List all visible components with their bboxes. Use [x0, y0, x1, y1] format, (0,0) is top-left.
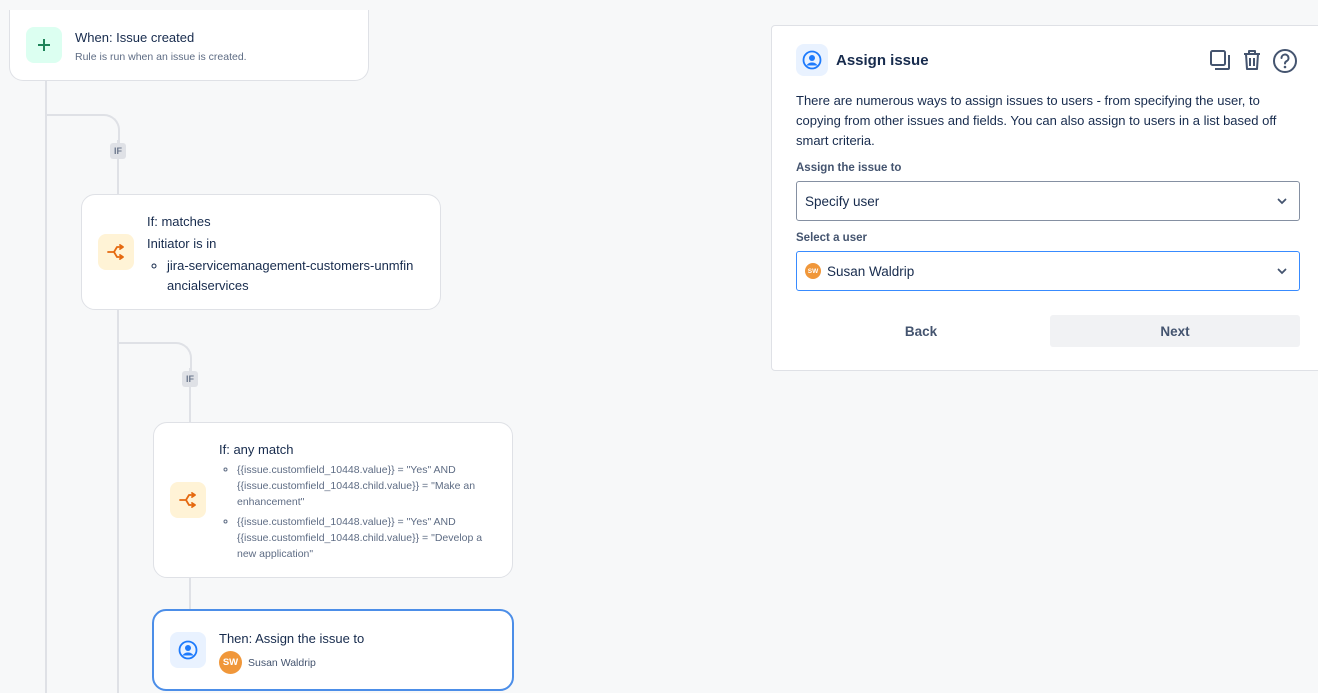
condition1-list: jira-servicemanagement-customers-unmfina…	[149, 256, 417, 296]
duplicate-icon[interactable]	[1208, 48, 1232, 72]
assign-label: Assign the issue to	[796, 162, 902, 174]
user-label: Select a user	[796, 232, 867, 244]
assign-select[interactable]: Specify user	[796, 181, 1300, 221]
condition-card-2[interactable]: If: any match {{issue.customfield_10448.…	[153, 422, 513, 578]
if-badge-2: IF	[182, 371, 198, 387]
connector-main	[45, 81, 47, 693]
user-circle-icon	[170, 632, 206, 668]
avatar: SW	[219, 651, 242, 674]
connector-v1b	[117, 309, 119, 693]
action-card[interactable]: Then: Assign the issue to SW Susan Waldr…	[152, 609, 514, 691]
condition2-title: If: any match	[219, 442, 294, 457]
condition2-list: {{issue.customfield_10448.value}} = "Yes…	[219, 462, 502, 562]
assign-select-value: Specify user	[805, 193, 880, 209]
panel-title: Assign issue	[836, 52, 929, 69]
user-select-value: Susan Waldrip	[827, 263, 915, 279]
trash-icon[interactable]	[1240, 48, 1264, 72]
chevron-down-icon	[1275, 194, 1289, 211]
condition1-title: If: matches	[147, 214, 211, 229]
action-user-name: Susan Waldrip	[248, 656, 316, 669]
trigger-title: When: Issue created	[75, 30, 195, 45]
list-item: {{issue.customfield_10448.value}} = "Yes…	[237, 514, 502, 562]
list-item: jira-servicemanagement-customers-unmfina…	[167, 256, 417, 296]
branch-icon	[170, 482, 206, 518]
user-circle-icon	[796, 44, 828, 76]
next-button[interactable]: Next	[1050, 315, 1300, 347]
help-icon[interactable]	[1272, 48, 1298, 74]
action-assignee: SW Susan Waldrip	[219, 651, 316, 674]
avatar: SW	[805, 263, 821, 279]
plus-icon	[26, 27, 62, 63]
condition-card-1[interactable]: If: matches Initiator is in jira-service…	[81, 194, 441, 310]
trigger-card[interactable]: When: Issue created Rule is run when an …	[9, 10, 369, 81]
connector-v3	[189, 577, 191, 610]
if-badge-1: IF	[110, 143, 126, 159]
connector-curve-2	[160, 342, 192, 374]
panel-description: There are numerous ways to assign issues…	[796, 93, 1277, 148]
trigger-subtitle: Rule is run when an issue is created.	[75, 51, 247, 63]
branch-icon	[98, 234, 134, 270]
condition1-line: Initiator is in	[147, 236, 217, 251]
action-title: Then: Assign the issue to	[219, 631, 365, 646]
list-item: {{issue.customfield_10448.value}} = "Yes…	[237, 462, 502, 510]
user-select[interactable]: SW Susan Waldrip	[796, 251, 1300, 291]
chevron-down-icon	[1275, 264, 1289, 281]
assign-issue-panel: Assign issue There are numerous ways to …	[771, 25, 1318, 371]
connector-curve-1	[88, 114, 120, 146]
back-button[interactable]: Back	[796, 315, 1046, 347]
